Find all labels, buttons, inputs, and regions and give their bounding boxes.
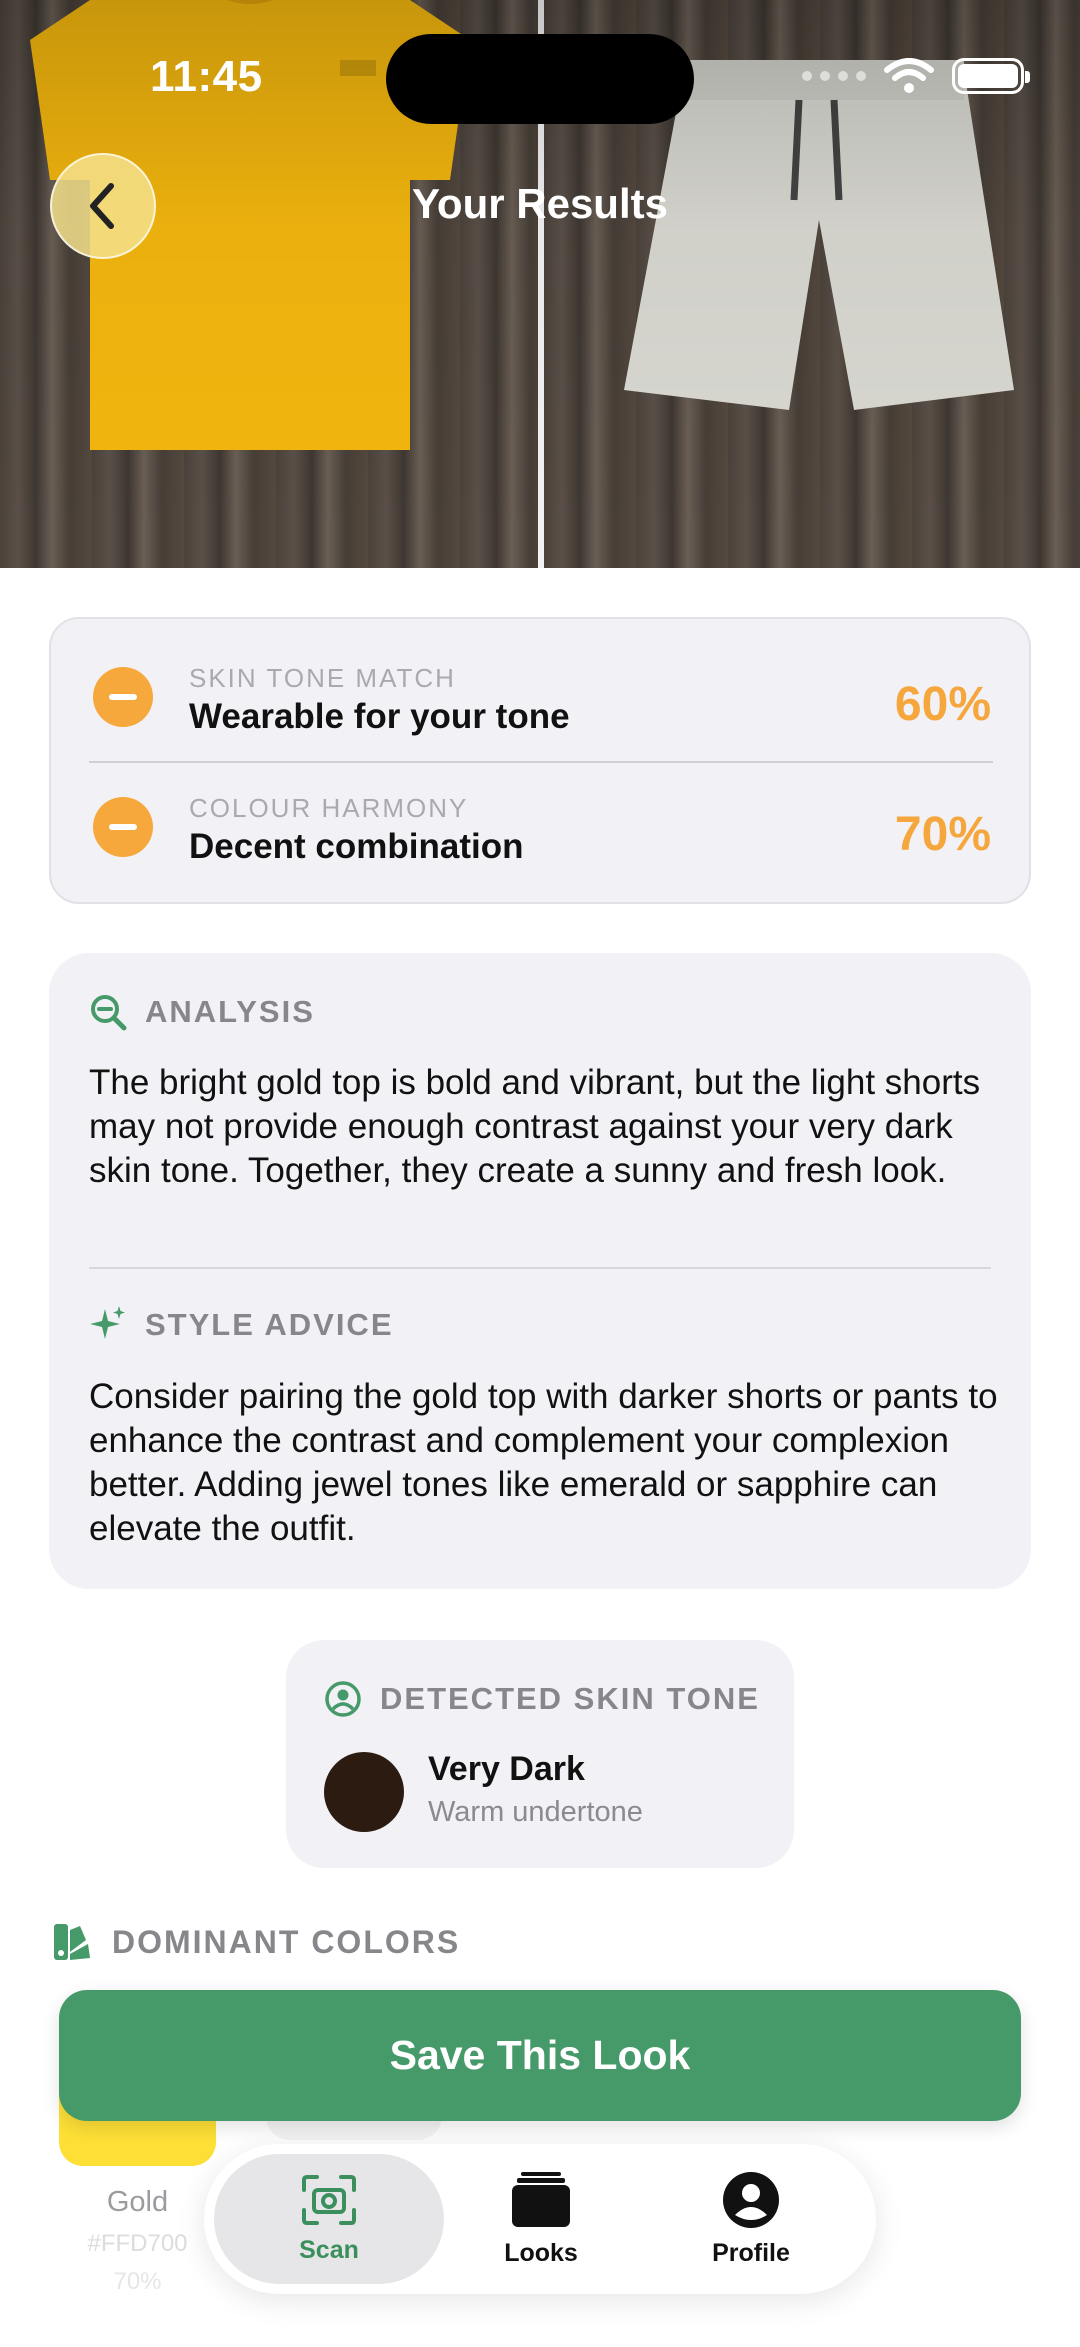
page-title: Your Results: [412, 180, 668, 227]
signal-icon: [802, 71, 866, 81]
palette-icon: [54, 1924, 90, 1960]
analysis-heading: ANALYSIS: [145, 994, 315, 1029]
dominant-colors-heading: DOMINANT COLORS: [112, 1923, 461, 1960]
colour-harmony-row: COLOUR HARMONY Decent combination 70%: [51, 767, 1029, 897]
minus-circle-icon: [93, 797, 153, 857]
skin-tone-heading: DETECTED SKIN TONE: [380, 1681, 760, 1716]
skin-tone-header: DETECTED SKIN TONE: [324, 1680, 760, 1718]
style-advice-text: Consider pairing the gold top with darke…: [89, 1377, 998, 1548]
score-percent: 70%: [894, 808, 991, 861]
score-kicker: COLOUR HARMONY: [189, 793, 469, 823]
divider: [89, 761, 993, 763]
wifi-icon: [884, 58, 934, 93]
dominant-colors-header: DOMINANT COLORS: [52, 1922, 460, 1962]
status-icons: [802, 58, 1030, 94]
skin-undertone: Warm undertone: [428, 1796, 643, 1828]
magnifier-icon: [91, 995, 127, 1031]
dynamic-island: [386, 34, 694, 124]
tab-scan[interactable]: Scan: [229, 2144, 429, 2294]
sparkles-icon: [90, 1306, 125, 1339]
color-name: Gold: [106, 2186, 169, 2218]
divider: [89, 1267, 991, 1269]
save-look-label: Save This Look: [389, 2032, 691, 2078]
tab-bar: Scan Looks Profile: [204, 2144, 876, 2294]
skin-tone-card: DETECTED SKIN TONE Very Dark Warm undert…: [286, 1640, 794, 1868]
person-circle-icon: [325, 1681, 361, 1717]
status-time: 11:45: [150, 52, 263, 101]
camera-scan-icon: [302, 2174, 356, 2225]
score-percent: 60%: [894, 678, 991, 731]
style-advice-heading: STYLE ADVICE: [145, 1307, 394, 1342]
tab-profile[interactable]: Profile: [651, 2144, 851, 2294]
analysis-text: The bright gold top is bold and vibrant,…: [89, 1063, 981, 1190]
tab-label: Looks: [504, 2238, 578, 2267]
skin-tone-swatch: [324, 1752, 404, 1832]
color-percent: 70%: [113, 2268, 162, 2295]
minus-circle-icon: [93, 667, 153, 727]
tab-label: Scan: [299, 2235, 359, 2264]
stack-icon: [512, 2171, 570, 2227]
style-advice-header: STYLE ADVICE: [89, 1305, 394, 1345]
battery-icon: [952, 58, 1030, 94]
skin-tone-match-row: SKIN TONE MATCH Wearable for your tone 6…: [51, 637, 1029, 767]
color-hex: #FFD700: [87, 2230, 188, 2257]
tab-label: Profile: [712, 2238, 790, 2267]
person-circle-icon: [723, 2171, 779, 2228]
analysis-card: ANALYSIS The bright gold top is bold and…: [49, 953, 1031, 1589]
score-card: SKIN TONE MATCH Wearable for your tone 6…: [49, 617, 1031, 904]
analysis-header: ANALYSIS: [89, 993, 315, 1031]
score-label: Decent combination: [189, 827, 524, 866]
save-look-button[interactable]: Save This Look: [59, 1990, 1021, 2121]
tab-looks[interactable]: Looks: [441, 2144, 641, 2294]
score-label: Wearable for your tone: [189, 697, 570, 736]
skin-tone-name: Very Dark: [428, 1750, 585, 1788]
score-kicker: SKIN TONE MATCH: [189, 663, 456, 693]
